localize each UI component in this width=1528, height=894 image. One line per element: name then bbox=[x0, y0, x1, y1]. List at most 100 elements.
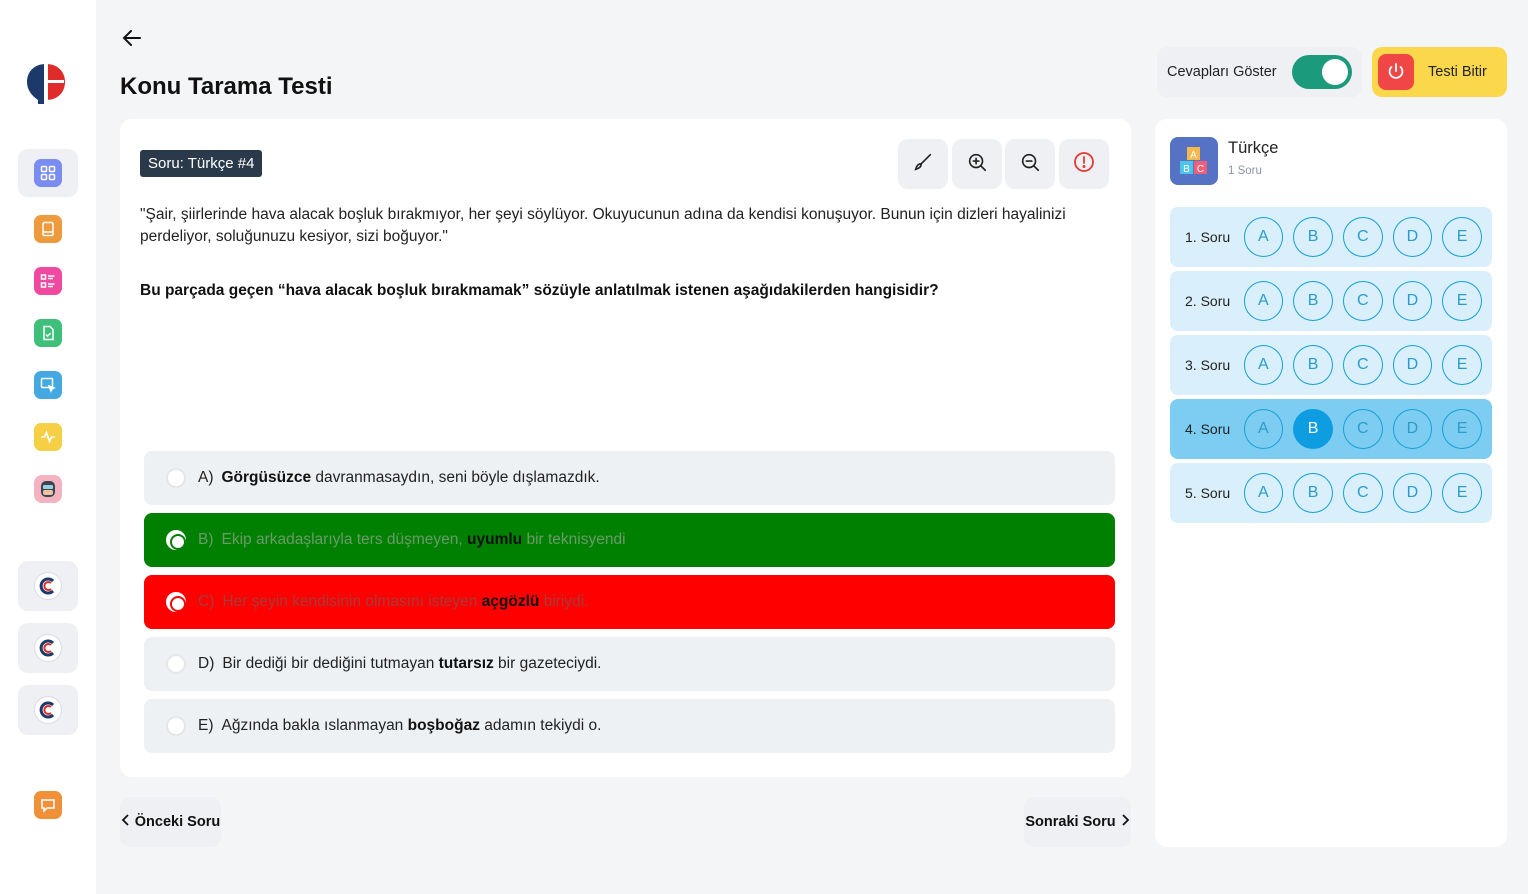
answer-bubble-d[interactable]: D bbox=[1392, 217, 1433, 257]
answer-bubble-a[interactable]: A bbox=[1243, 217, 1284, 257]
keyword: tutarsız bbox=[438, 655, 494, 672]
dashboard-icon bbox=[34, 159, 62, 187]
answer-row[interactable]: 3. Soru A B C D E bbox=[1170, 335, 1492, 395]
sidebar-publisher-2[interactable] bbox=[18, 623, 78, 673]
radio-button[interactable] bbox=[166, 654, 186, 674]
sidebar-item-activity[interactable] bbox=[18, 413, 78, 461]
option-c[interactable]: C) Her şeyin kendisinin olmasını isteyen… bbox=[144, 575, 1115, 629]
answer-bubble-c[interactable]: C bbox=[1342, 217, 1383, 257]
power-icon bbox=[1378, 54, 1414, 90]
previous-question-button[interactable]: Önceki Soru bbox=[120, 797, 221, 847]
show-answers-control: Cevapları Göster bbox=[1157, 47, 1362, 97]
answer-bubble-c[interactable]: C bbox=[1342, 409, 1383, 449]
keyword: uyumlu bbox=[467, 531, 523, 548]
avatar bbox=[34, 475, 62, 503]
keyword: Görgüsüzce bbox=[221, 469, 312, 486]
chevron-left-icon bbox=[121, 814, 131, 830]
answer-bubble-e[interactable]: E bbox=[1442, 409, 1482, 449]
publisher-logo bbox=[34, 572, 62, 600]
publisher-logo bbox=[34, 696, 62, 724]
answer-sheet: A B C Türkçe 1 Soru 1. Soru A B C D E 2. Soru A… bbox=[1155, 119, 1507, 847]
page-title: Konu Tarama Testi bbox=[120, 73, 333, 100]
answer-bubble-b[interactable]: B bbox=[1293, 409, 1333, 449]
question-passage: "Şair, şiirlerinde hava alacak boşluk bı… bbox=[140, 206, 1066, 245]
option-b[interactable]: B) Ekip arkadaşlarıyla ters düşmeyen, uy… bbox=[144, 513, 1115, 567]
answer-bubble-d[interactable]: D bbox=[1392, 473, 1433, 513]
option-e[interactable]: E) Ağzında bakla ıslanmayan boşboğaz ada… bbox=[144, 699, 1115, 753]
answer-row-label: 3. Soru bbox=[1185, 357, 1231, 373]
svg-text:C: C bbox=[1197, 164, 1204, 175]
answer-bubble-c[interactable]: C bbox=[1342, 473, 1383, 513]
answer-bubble-d[interactable]: D bbox=[1392, 409, 1433, 449]
show-answers-toggle[interactable] bbox=[1292, 55, 1352, 89]
svg-text:A: A bbox=[1190, 150, 1197, 161]
answer-bubble-e[interactable]: E bbox=[1442, 473, 1482, 513]
answer-bubble-d[interactable]: D bbox=[1392, 281, 1433, 321]
draw-tool-button[interactable] bbox=[898, 139, 948, 189]
sidebar-publisher-3[interactable] bbox=[18, 685, 78, 735]
radio-button[interactable] bbox=[166, 468, 186, 488]
question-card: Soru: Türkçe #4 "Şair, şiirlerinde hava … bbox=[120, 119, 1131, 777]
list-icon bbox=[34, 267, 62, 295]
report-button[interactable] bbox=[1059, 139, 1109, 189]
answer-row[interactable]: 2. Soru A B C D E bbox=[1170, 271, 1492, 331]
answer-bubble-b[interactable]: B bbox=[1293, 217, 1333, 257]
sidebar-item-lists[interactable] bbox=[18, 257, 78, 305]
sidebar-item-books[interactable] bbox=[18, 205, 78, 253]
finish-label: Testi Bitir bbox=[1428, 64, 1487, 80]
answer-row[interactable]: 5. Soru A B C D E bbox=[1170, 463, 1492, 523]
question-prompt: Bu parçada geçen “hava alacak boşluk bır… bbox=[140, 282, 939, 299]
sidebar-item-dashboard[interactable] bbox=[18, 149, 78, 197]
radio-button[interactable] bbox=[166, 716, 186, 736]
finish-test-button[interactable]: Testi Bitir bbox=[1372, 47, 1507, 97]
answer-bubble-c[interactable]: C bbox=[1342, 281, 1383, 321]
sidebar-item-interactive[interactable] bbox=[18, 361, 78, 409]
answer-bubble-b[interactable]: B bbox=[1293, 473, 1333, 513]
document-check-icon bbox=[34, 319, 62, 347]
answer-row-label: 2. Soru bbox=[1185, 293, 1231, 309]
radio-button[interactable] bbox=[166, 530, 186, 550]
zoom-in-icon bbox=[966, 151, 988, 178]
cursor-select-icon bbox=[34, 371, 62, 399]
alert-circle-icon bbox=[1072, 150, 1096, 179]
answer-bubble-e[interactable]: E bbox=[1442, 345, 1482, 385]
sidebar-item-tests[interactable] bbox=[18, 309, 78, 357]
chat-icon bbox=[34, 791, 62, 819]
answer-row[interactable]: 4. Soru A B C D E bbox=[1170, 399, 1492, 459]
answer-bubble-d[interactable]: D bbox=[1392, 345, 1433, 385]
sidebar-item-chat[interactable] bbox=[18, 781, 78, 829]
option-a[interactable]: A) Görgüsüzce davranmasaydın, seni böyle… bbox=[144, 451, 1115, 505]
zoom-out-button[interactable] bbox=[1005, 139, 1055, 189]
back-arrow-icon[interactable] bbox=[120, 26, 144, 50]
answer-bubble-a[interactable]: A bbox=[1243, 409, 1284, 449]
svg-text:B: B bbox=[1183, 164, 1190, 175]
publisher-logo bbox=[34, 634, 62, 662]
answer-bubble-a[interactable]: A bbox=[1243, 345, 1284, 385]
answer-bubble-a[interactable]: A bbox=[1243, 473, 1284, 513]
answer-row[interactable]: 1. Soru A B C D E bbox=[1170, 207, 1492, 267]
abc-blocks-icon: A B C bbox=[1170, 137, 1218, 185]
keyword: boşboğaz bbox=[407, 717, 480, 734]
radio-button[interactable] bbox=[166, 592, 186, 612]
subject-name: Türkçe bbox=[1228, 139, 1279, 157]
show-answers-label: Cevapları Göster bbox=[1167, 64, 1277, 80]
sidebar-item-profile[interactable] bbox=[18, 465, 78, 513]
answer-bubble-b[interactable]: B bbox=[1293, 281, 1333, 321]
answer-bubble-a[interactable]: A bbox=[1243, 281, 1284, 321]
sidebar-publisher-1[interactable] bbox=[18, 561, 78, 611]
answer-bubble-e[interactable]: E bbox=[1442, 217, 1482, 257]
answer-row-label: 1. Soru bbox=[1185, 229, 1231, 245]
brush-icon bbox=[912, 151, 934, 178]
keyword: açgözlü bbox=[481, 593, 540, 610]
option-d[interactable]: D) Bir dediği bir dediğini tutmayan tuta… bbox=[144, 637, 1115, 691]
answer-bubble-c[interactable]: C bbox=[1342, 345, 1383, 385]
subject-question-count: 1 Soru bbox=[1228, 165, 1262, 177]
answer-bubble-e[interactable]: E bbox=[1442, 281, 1482, 321]
zoom-in-button[interactable] bbox=[952, 139, 1002, 189]
zoom-out-icon bbox=[1019, 151, 1041, 178]
next-question-button[interactable]: Sonraki Soru bbox=[1024, 797, 1131, 847]
app-logo[interactable] bbox=[24, 60, 68, 106]
chevron-right-icon bbox=[1120, 814, 1130, 830]
toggle-knob bbox=[1322, 59, 1348, 85]
answer-bubble-b[interactable]: B bbox=[1293, 345, 1333, 385]
